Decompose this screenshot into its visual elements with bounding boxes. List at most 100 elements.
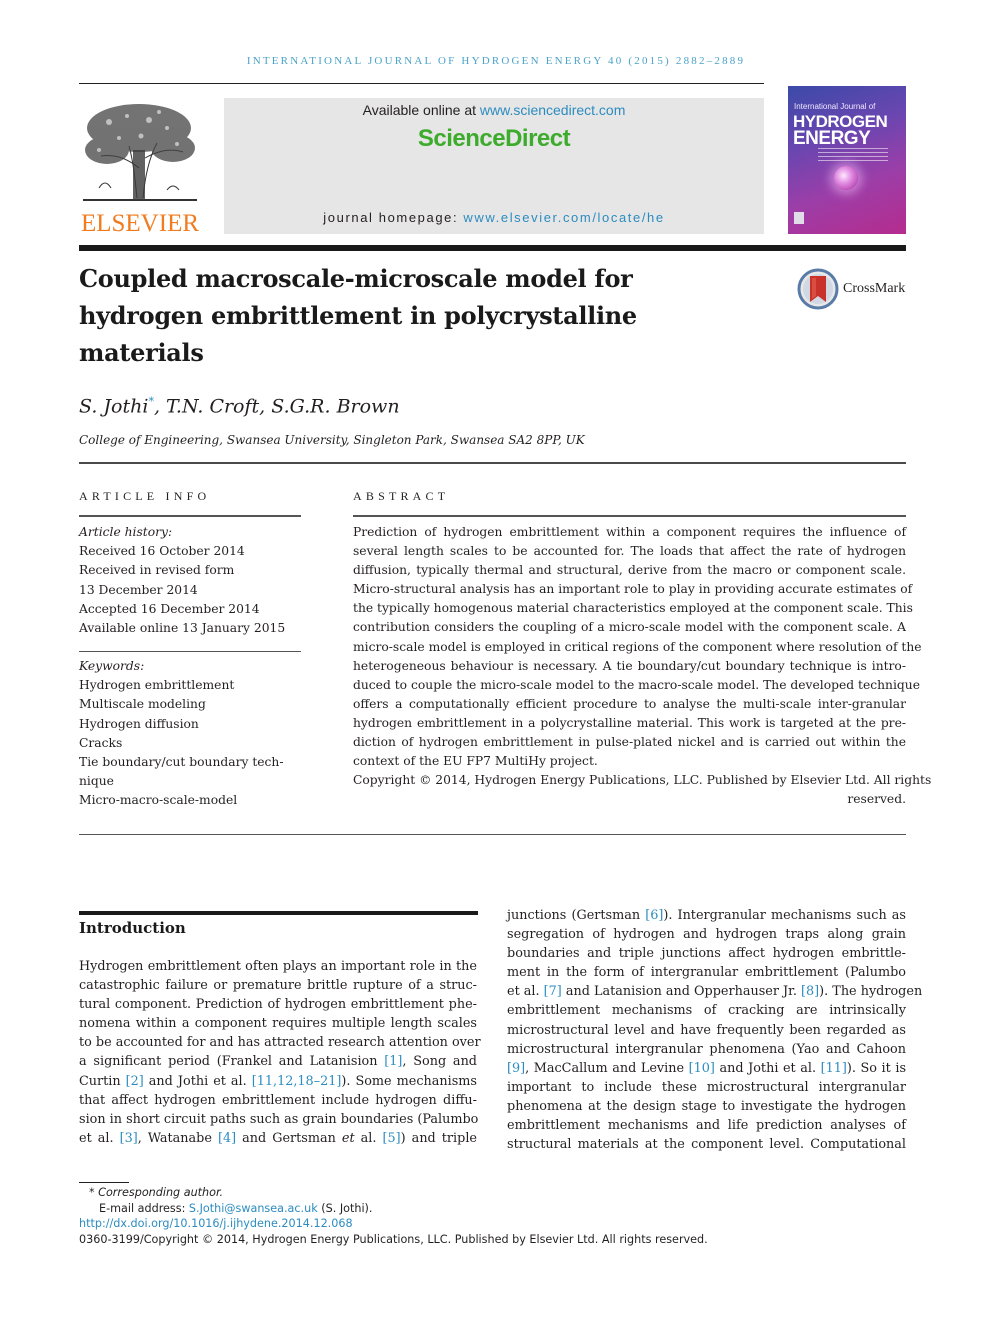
body-text: to be accounted for and has attracted re… — [79, 1035, 481, 1051]
citation-link[interactable]: [11,12,18–21] — [252, 1074, 342, 1089]
keyword-item: nique — [79, 774, 114, 789]
keywords-label: Keywords: — [79, 659, 145, 673]
citation-link[interactable]: [10] — [689, 1061, 715, 1076]
body-text-line: junctions (Gertsman [6]). Intergranular … — [507, 906, 906, 925]
journal-homepage-text: journal homepage: www.elsevier.com/locat… — [323, 210, 665, 225]
citation-link[interactable]: [8] — [801, 984, 819, 999]
cover-journal-prefix: International Journal of — [794, 102, 876, 111]
keyword-item: Tie boundary/cut boundary tech- — [79, 755, 284, 770]
tree-icon — [83, 104, 197, 201]
abstract-line: the typically homogenous material charac… — [353, 601, 913, 616]
abstract-line: Prediction of hydrogen embrittlement wit… — [353, 525, 906, 539]
body-text-line: embrittlement mechanisms and life predic… — [507, 1116, 906, 1135]
body-text-line: Hydrogen embrittlement often plays an im… — [79, 957, 477, 976]
article-info-label: ARTICLE INFO — [79, 489, 211, 503]
author-name[interactable]: S. Jothi — [79, 395, 148, 417]
abstract-line: duced to couple the micro-scale model to… — [353, 677, 920, 692]
history-item: Accepted 16 December 2014 — [79, 601, 260, 616]
issn-copyright: 0360-3199/Copyright © 2014, Hydrogen Ene… — [79, 1232, 708, 1246]
body-text-line: et al. [7] and Latanision and Opperhause… — [507, 982, 922, 1001]
citation-link[interactable]: [11] — [821, 1061, 847, 1076]
sciencedirect-link[interactable]: www.sciencedirect.com — [480, 102, 626, 118]
body-text-line: Curtin [2] and Jothi et al. [11,12,18–21… — [79, 1072, 477, 1091]
body-text-line: ment in the form of intergranular embrit… — [507, 963, 906, 982]
body-text: embrittlement mechanisms and life predic… — [507, 1118, 906, 1134]
body-text: microstructural level and have frequentl… — [507, 1022, 906, 1038]
body-text: boundaries and triple junctions affect h… — [507, 946, 906, 962]
citation-link[interactable]: [9] — [507, 1061, 525, 1076]
body-text-line: tural component. Prediction of hydrogen … — [79, 995, 477, 1014]
header-thick-rule — [79, 245, 906, 251]
abstract-copyright: Copyright © 2014, Hydrogen Energy Public… — [353, 773, 932, 788]
citation-link[interactable]: [5] — [383, 1131, 401, 1146]
body-text-line: embrittlement mechanisms of cracking are… — [507, 1001, 906, 1020]
sciencedirect-brand[interactable]: ScienceDirect — [224, 125, 764, 153]
body-text-line: that affect hydrogen embrittlement inclu… — [79, 1091, 477, 1110]
email-note: E-mail address: S.Jothi@swansea.ac.uk (S… — [99, 1201, 373, 1215]
footnote-rule — [79, 1182, 129, 1183]
body-text-line: important to include these microstructur… — [507, 1078, 906, 1097]
body-text-line: microstructural level and have frequentl… — [507, 1021, 906, 1040]
history-item: Available online 13 January 2015 — [79, 621, 286, 636]
citation-link[interactable]: [7] — [544, 984, 562, 999]
body-text: and Jothi et al. — [143, 1073, 252, 1089]
footnotes: * Corresponding author. E-mail address: … — [79, 1185, 708, 1247]
doi-link[interactable]: http://dx.doi.org/10.1016/j.ijhydene.201… — [79, 1216, 708, 1232]
author-email-link[interactable]: S.Jothi@swansea.ac.uk — [189, 1202, 318, 1215]
author-list: S. Jothi*, T.N. Croft, S.G.R. Brown — [79, 395, 400, 417]
article-history-label: Article history: — [79, 525, 173, 539]
author-separator: , — [259, 395, 272, 418]
citation-link[interactable]: [6] — [645, 908, 663, 923]
keyword-item: Hydrogen embrittlement — [79, 678, 235, 693]
citation-link[interactable]: [4] — [218, 1131, 236, 1146]
body-text-line: a significant period (Frankel and Latani… — [79, 1052, 477, 1071]
body-text-line: segregation of hydrogen and hydrogen tra… — [507, 925, 906, 944]
citation-link[interactable]: [1] — [384, 1054, 402, 1069]
corresponding-author-note: * Corresponding author. — [89, 1186, 224, 1199]
body-text: et al. — [507, 984, 544, 1000]
cover-orb-graphic — [834, 166, 858, 190]
body-text: et al. — [79, 1130, 120, 1146]
body-text: ). The hydrogen — [819, 984, 923, 1000]
keyword-item: Micro-macro-scale-model — [79, 793, 238, 808]
available-online-text: Available online at www.sciencedirect.co… — [362, 102, 626, 118]
abstract-copyright-end: reserved. — [847, 792, 906, 807]
body-text: et — [341, 1130, 355, 1146]
author-name[interactable]: S.G.R. Brown — [271, 395, 399, 417]
article-history: Article history: Received 16 October 201… — [79, 523, 304, 638]
history-item: Received in revised form — [79, 563, 235, 578]
body-text: a significant period (Frankel and Latani… — [79, 1054, 385, 1070]
journal-cover-image[interactable]: International Journal of HYDROGEN ENERGY — [788, 86, 906, 234]
citation-link[interactable]: [3] — [120, 1131, 138, 1146]
abstract-line: hydrogen embrittlement in a polycrystall… — [353, 715, 906, 730]
body-text-line: to be accounted for and has attracted re… — [79, 1033, 481, 1052]
crossmark-button[interactable]: CrossMark — [797, 268, 909, 310]
section-rule — [79, 462, 906, 464]
article-info-rule — [79, 515, 301, 517]
abstract-label: ABSTRACT — [353, 489, 450, 503]
elsevier-logo[interactable]: ELSEVIER — [79, 98, 201, 238]
abstract-rule — [353, 515, 906, 517]
body-text: ment in the form of intergranular embrit… — [507, 965, 906, 981]
abstract-line: diffusion, typically thermal and structu… — [353, 563, 906, 578]
cover-title-energy: ENERGY — [793, 128, 871, 149]
history-item: 13 December 2014 — [79, 582, 198, 597]
citation-link[interactable]: [2] — [126, 1074, 144, 1089]
keywords-rule — [79, 651, 301, 652]
body-text: , Song and — [402, 1054, 477, 1070]
body-text: important to include these microstructur… — [507, 1079, 906, 1095]
body-text: sion in short circuit paths such as grai… — [79, 1111, 479, 1127]
author-name[interactable]: T.N. Croft — [166, 395, 259, 417]
body-text-line: sion in short circuit paths such as grai… — [79, 1110, 479, 1129]
body-text: , MacCallum and Levine — [525, 1060, 689, 1076]
body-text: ) and triple — [400, 1130, 477, 1146]
body-text: segregation of hydrogen and hydrogen tra… — [507, 927, 906, 943]
body-text-line: boundaries and triple junctions affect h… — [507, 944, 906, 963]
article-info-bottom-rule — [79, 834, 321, 835]
elsevier-wordmark: ELSEVIER — [80, 210, 200, 237]
keyword-item: Cracks — [79, 735, 123, 750]
body-text: nomena within a component requires multi… — [79, 1016, 477, 1032]
body-text: ). Intergranular mechanisms such as — [663, 908, 906, 923]
body-text: embrittlement mechanisms of cracking are… — [507, 1003, 906, 1019]
journal-homepage-link[interactable]: www.elsevier.com/locate/he — [463, 210, 664, 225]
